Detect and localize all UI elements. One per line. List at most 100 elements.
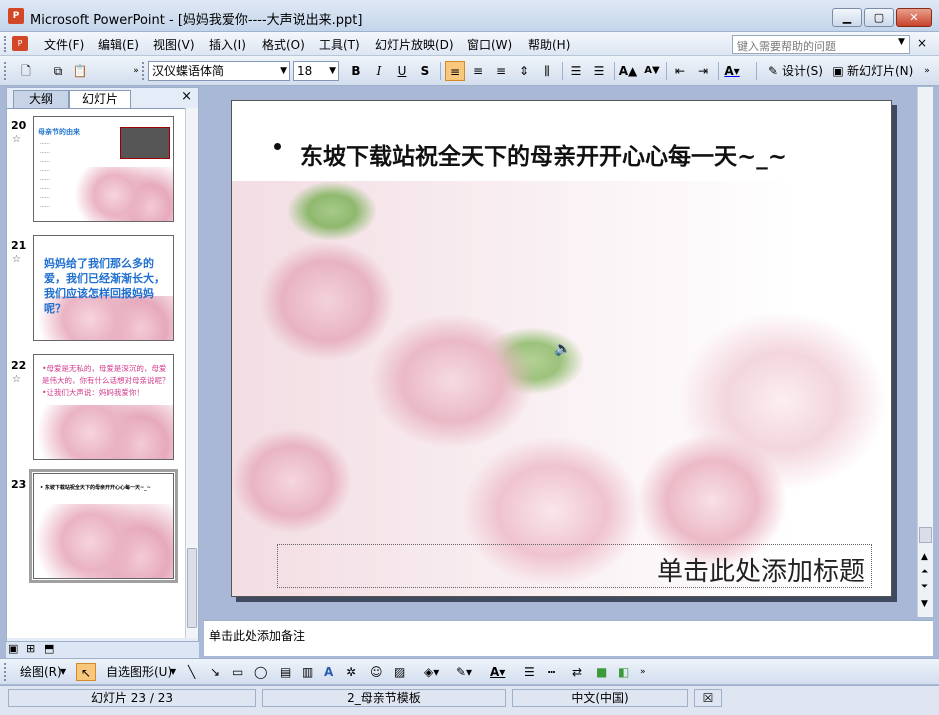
bold-button[interactable]: B bbox=[346, 61, 366, 81]
menu-file[interactable]: 文件(F) bbox=[44, 36, 84, 53]
draw-menu[interactable]: 绘图(R) bbox=[20, 663, 62, 681]
clipart-icon[interactable]: ☺ bbox=[370, 663, 383, 681]
bullets-icon[interactable]: ☰ bbox=[589, 61, 609, 81]
menu-view[interactable]: 视图(V) bbox=[153, 36, 195, 53]
3d-style-icon[interactable]: ◧ bbox=[618, 663, 629, 681]
close-button[interactable]: ✕ bbox=[896, 8, 932, 27]
next-slide-icon[interactable]: ⏷ bbox=[921, 582, 928, 592]
new-document-icon[interactable]: 🗋 bbox=[16, 61, 36, 81]
font-size-select[interactable]: 18 ▼ bbox=[293, 61, 339, 81]
menu-window[interactable]: 窗口(W) bbox=[467, 36, 512, 53]
shadow-button[interactable]: S bbox=[415, 61, 435, 81]
slide-scrollbar[interactable]: ▲ ⏶ ⏷ ▼ bbox=[917, 87, 933, 617]
slide-sorter-icon[interactable]: ⊞ bbox=[26, 642, 35, 655]
menu-tools[interactable]: 工具(T) bbox=[319, 36, 360, 53]
toolbar-options-icon[interactable]: » bbox=[917, 61, 937, 81]
new-slide-icon[interactable]: ▣ bbox=[828, 61, 848, 81]
toolbar-options-icon[interactable]: » bbox=[640, 663, 646, 681]
diagram-icon[interactable]: ✲ bbox=[346, 663, 356, 681]
menu-insert[interactable]: 插入(I) bbox=[209, 36, 246, 53]
paste-icon[interactable]: 📋 bbox=[70, 61, 90, 81]
rectangle-icon[interactable]: ▭ bbox=[232, 663, 243, 681]
scroll-thumb[interactable] bbox=[919, 527, 932, 543]
autoshapes-menu[interactable]: 自选图形(U) bbox=[106, 663, 172, 681]
menu-slideshow[interactable]: 幻灯片放映(D) bbox=[375, 36, 454, 53]
align-right-icon[interactable]: ≡ bbox=[491, 61, 511, 81]
underline-button[interactable]: U bbox=[392, 61, 412, 81]
slide-bullet-text[interactable]: 东坡下载站祝全天下的母亲开开心心每一天~_~ bbox=[300, 137, 787, 171]
slide-thumbnail-20[interactable]: 母亲节的由来 ………………………………………… bbox=[33, 116, 174, 222]
wordart-icon[interactable]: A bbox=[324, 663, 333, 681]
decrease-indent-icon[interactable]: ⇤ bbox=[670, 61, 690, 81]
close-icon[interactable]: × bbox=[181, 89, 192, 104]
current-slide[interactable]: 东坡下载站祝全天下的母亲开开心心每一天~_~ 🔈 单击此处添加标题 bbox=[231, 100, 892, 597]
distribute-icon[interactable]: ⫼ bbox=[537, 61, 557, 81]
star-icon: ☆ bbox=[12, 134, 21, 145]
title-placeholder[interactable]: 单击此处添加标题 bbox=[277, 544, 872, 588]
menu-help[interactable]: 帮助(H) bbox=[528, 36, 570, 53]
align-center-icon[interactable]: ≡ bbox=[468, 61, 488, 81]
textbox-icon[interactable]: ▤ bbox=[280, 663, 291, 681]
vertical-textbox-icon[interactable]: ▥ bbox=[302, 663, 313, 681]
slideshow-icon[interactable]: ⬒ bbox=[44, 642, 54, 655]
increase-font-icon[interactable]: A▲ bbox=[618, 61, 638, 81]
numbering-icon[interactable]: ☰ bbox=[566, 61, 586, 81]
tab-outline[interactable]: 大纲 bbox=[13, 90, 69, 108]
prev-slide-icon[interactable]: ⏶ bbox=[921, 567, 928, 577]
thumb-text: •母爱是无私的，母爱是深沉的，母爱是伟大的，你有什么话想对母亲说呢？ •让我们大… bbox=[42, 364, 170, 397]
line-icon[interactable]: ╲ bbox=[188, 663, 195, 681]
design-button[interactable]: 设计(S) bbox=[782, 61, 823, 81]
normal-view-icon[interactable]: ▣ bbox=[8, 642, 18, 655]
help-dropdown-icon[interactable]: ▼ bbox=[898, 37, 905, 47]
arrow-style-icon[interactable]: ⇄ bbox=[572, 663, 582, 681]
status-slide-count: 幻灯片 23 / 23 bbox=[8, 689, 256, 707]
scroll-up-icon[interactable]: ▲ bbox=[921, 552, 928, 562]
minimize-button[interactable]: ▁ bbox=[832, 8, 862, 27]
notes-placeholder: 单击此处添加备注 bbox=[209, 629, 306, 643]
font-color-icon[interactable]: A▾ bbox=[490, 663, 505, 681]
speaker-icon[interactable]: 🔈 bbox=[554, 341, 571, 357]
toolbar-grip-2[interactable] bbox=[142, 62, 146, 80]
copy-icon[interactable]: ⧉ bbox=[48, 61, 68, 81]
vertical-text-icon[interactable]: ⇕ bbox=[514, 61, 534, 81]
font-select[interactable]: 汉仪蝶语体简 ▼ bbox=[148, 61, 290, 81]
shadow-style-icon[interactable]: ■ bbox=[596, 663, 607, 681]
toolbar-grip[interactable] bbox=[4, 62, 8, 80]
menu-edit[interactable]: 编辑(E) bbox=[98, 36, 139, 53]
scroll-thumb[interactable] bbox=[187, 548, 197, 628]
thumbnail-scrollbar[interactable] bbox=[185, 108, 198, 638]
arrow-icon[interactable]: ↘ bbox=[210, 663, 220, 681]
select-pointer-icon[interactable]: ↖ bbox=[76, 663, 96, 681]
maximize-button[interactable]: ▢ bbox=[864, 8, 894, 27]
align-left-icon[interactable]: ≡ bbox=[445, 61, 465, 81]
picture-icon[interactable]: ▨ bbox=[394, 663, 405, 681]
powerpoint-app-icon[interactable]: P bbox=[8, 8, 24, 24]
design-icon[interactable]: ✎ bbox=[763, 61, 783, 81]
doc-close-button[interactable]: × bbox=[917, 36, 927, 50]
slide-thumbnail-23[interactable]: • 东坡下载站祝全天下的母亲开开心心每一天~_~ bbox=[29, 469, 178, 583]
oval-icon[interactable]: ◯ bbox=[254, 663, 267, 681]
document-icon[interactable]: P bbox=[12, 36, 28, 51]
notes-pane[interactable]: 单击此处添加备注 bbox=[204, 620, 933, 656]
decrease-font-icon[interactable]: A▼ bbox=[642, 61, 662, 81]
status-template[interactable]: 2_母亲节模板 bbox=[262, 689, 506, 707]
scroll-down-icon[interactable]: ▼ bbox=[921, 599, 928, 609]
dash-style-icon[interactable]: ┅ bbox=[548, 663, 555, 681]
fill-color-icon[interactable]: ◈▾ bbox=[424, 663, 439, 681]
menu-format[interactable]: 格式(O) bbox=[262, 36, 305, 53]
slide-thumbnail-21[interactable]: 妈妈给了我们那么多的爱，我们已经渐渐长大，我们应该怎样回报妈妈呢？ bbox=[33, 235, 174, 341]
spelling-icon[interactable]: ☒ bbox=[694, 689, 722, 707]
toolbar-grip[interactable] bbox=[4, 663, 8, 681]
help-search-input[interactable]: 键入需要帮助的问题 bbox=[732, 35, 910, 54]
line-color-icon[interactable]: ✎▾ bbox=[456, 663, 472, 681]
menu-bar: P 文件(F) 编辑(E) 视图(V) 插入(I) 格式(O) 工具(T) 幻灯… bbox=[0, 32, 939, 56]
thumb-text: 妈妈给了我们那么多的爱，我们已经渐渐长大，我们应该怎样回报妈妈呢？ bbox=[44, 257, 165, 315]
italic-button[interactable]: I bbox=[369, 61, 389, 81]
menu-grip[interactable] bbox=[4, 36, 8, 52]
line-style-icon[interactable]: ☰ bbox=[524, 663, 535, 681]
tab-slides[interactable]: 幻灯片 bbox=[69, 90, 131, 108]
font-color-icon[interactable]: A▾ bbox=[722, 61, 742, 81]
new-slide-button[interactable]: 新幻灯片(N) bbox=[847, 61, 913, 81]
slide-thumbnail-22[interactable]: •母爱是无私的，母爱是深沉的，母爱是伟大的，你有什么话想对母亲说呢？ •让我们大… bbox=[33, 354, 174, 460]
increase-indent-icon[interactable]: ⇥ bbox=[693, 61, 713, 81]
